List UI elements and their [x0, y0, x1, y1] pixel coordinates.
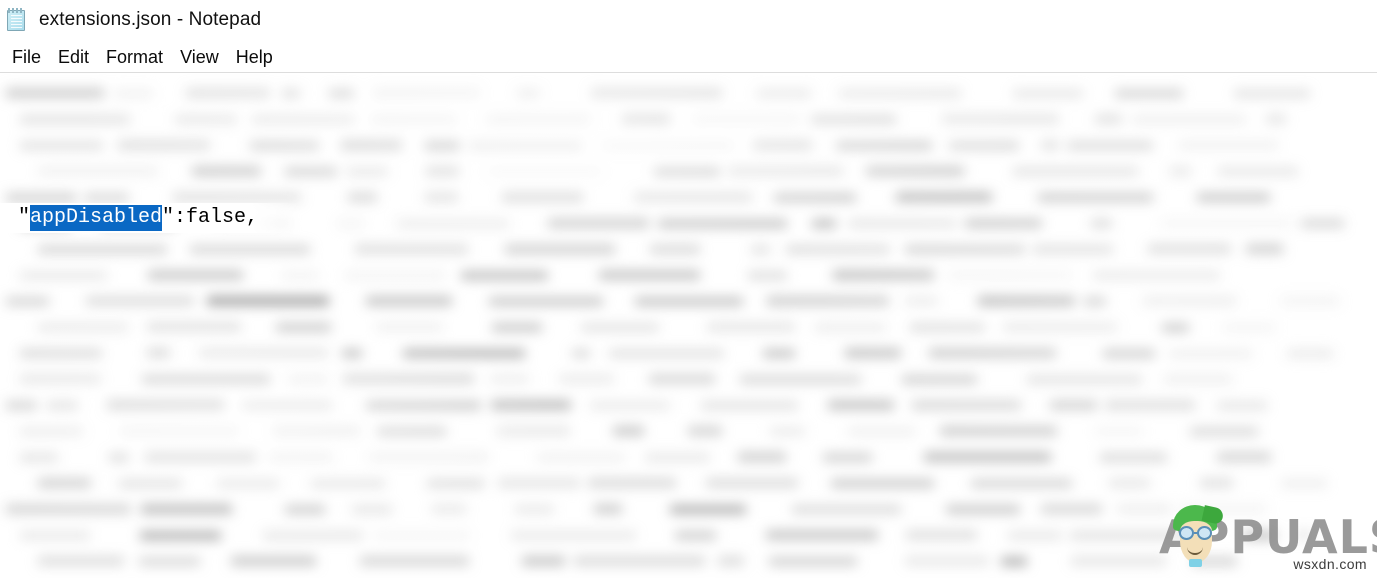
- notepad-window: extensions.json - Notepad File Edit Form…: [0, 0, 1377, 578]
- title-bar: extensions.json - Notepad: [0, 0, 1377, 40]
- window-title: extensions.json - Notepad: [39, 9, 262, 30]
- notepad-icon: [5, 7, 29, 34]
- menu-bar: File Edit Format View Help: [0, 42, 1377, 72]
- focused-line-text: "appDisabled":false,: [18, 205, 258, 231]
- blurred-json-content: [0, 73, 1377, 578]
- focused-text-line[interactable]: "appDisabled":false,: [0, 203, 300, 233]
- menu-item-format[interactable]: Format: [98, 46, 172, 69]
- selected-json-key[interactable]: appDisabled: [30, 205, 163, 231]
- quote-open: ": [18, 206, 31, 229]
- menu-item-file[interactable]: File: [4, 46, 50, 69]
- menu-item-view[interactable]: View: [172, 46, 228, 69]
- line-remainder: ":false,: [162, 206, 259, 229]
- text-editor-area[interactable]: "appDisabled":false,: [0, 72, 1377, 578]
- menu-item-edit[interactable]: Edit: [50, 46, 98, 69]
- menu-item-help[interactable]: Help: [228, 46, 282, 69]
